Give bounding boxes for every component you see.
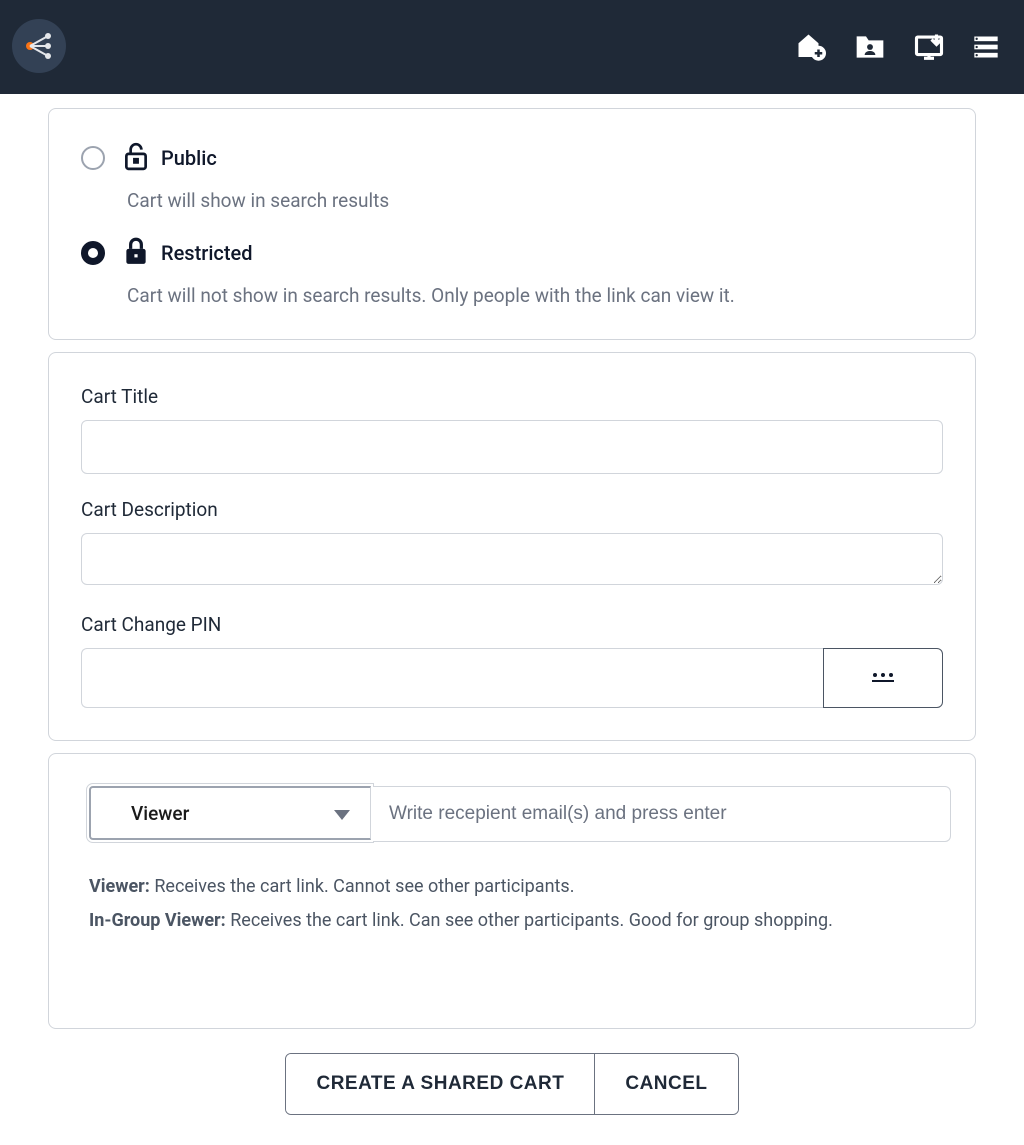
- folder-user-icon[interactable]: [854, 32, 886, 62]
- cart-description-group: Cart Description: [81, 498, 943, 589]
- button-group: CREATE A SHARED CART CANCEL: [285, 1053, 738, 1115]
- cart-title-label: Cart Title: [81, 385, 943, 408]
- public-label: Public: [161, 146, 217, 170]
- cart-title-group: Cart Title: [81, 385, 943, 474]
- ingroup-text: Receives the cart link. Can see other pa…: [226, 910, 833, 931]
- recipient-email-input[interactable]: [373, 786, 951, 842]
- public-option: Public: [123, 141, 217, 175]
- cancel-button[interactable]: CANCEL: [595, 1054, 737, 1114]
- cart-pin-label: Cart Change PIN: [81, 613, 943, 636]
- visibility-public-row[interactable]: Public: [81, 141, 943, 175]
- home-add-icon[interactable]: [796, 32, 826, 62]
- public-description: Cart will show in search results: [127, 189, 943, 212]
- recipient-row: Viewer: [89, 786, 951, 842]
- restricted-option: Restricted: [123, 236, 253, 270]
- cart-description-label: Cart Description: [81, 498, 943, 521]
- visibility-card: Public Cart will show in search results …: [48, 108, 976, 340]
- cart-pin-input[interactable]: [81, 648, 823, 708]
- visibility-restricted-row[interactable]: Restricted: [81, 236, 943, 270]
- share-logo-icon: [21, 28, 57, 64]
- radio-restricted[interactable]: [81, 241, 105, 265]
- role-select-value: Viewer: [131, 802, 189, 825]
- cart-description-input[interactable]: [81, 533, 943, 585]
- role-select[interactable]: Viewer: [89, 786, 371, 840]
- header-icon-group: [796, 32, 1000, 62]
- cart-pin-group: Cart Change PIN: [81, 613, 943, 708]
- cart-title-input[interactable]: [81, 420, 943, 474]
- share-card: Viewer Viewer: Receives the cart link. C…: [48, 753, 976, 1029]
- viewer-text: Receives the cart link. Cannot see other…: [150, 876, 575, 897]
- restricted-description: Cart will not show in search results. On…: [127, 284, 943, 307]
- app-logo[interactable]: [12, 19, 66, 73]
- unlock-icon: [123, 141, 149, 175]
- chevron-down-icon: [334, 802, 350, 825]
- restricted-label: Restricted: [161, 241, 253, 265]
- lock-icon: [123, 236, 149, 270]
- cart-details-card: Cart Title Cart Description Cart Change …: [48, 352, 976, 741]
- app-header: [0, 0, 1024, 94]
- ingroup-role-desc: In-Group Viewer: Receives the cart link.…: [89, 904, 943, 938]
- viewer-name: Viewer:: [89, 876, 150, 897]
- pin-reveal-button[interactable]: [823, 648, 943, 708]
- ingroup-name: In-Group Viewer:: [89, 910, 226, 931]
- password-dots-icon: [871, 669, 895, 688]
- pin-input-row: [81, 648, 943, 708]
- radio-public[interactable]: [81, 146, 105, 170]
- main-content: Public Cart will show in search results …: [0, 94, 1024, 1145]
- download-desktop-icon[interactable]: [914, 32, 944, 62]
- viewer-role-desc: Viewer: Receives the cart link. Cannot s…: [89, 870, 943, 904]
- action-buttons: CREATE A SHARED CART CANCEL: [48, 1053, 976, 1115]
- list-menu-icon[interactable]: [972, 33, 1000, 61]
- role-descriptions: Viewer: Receives the cart link. Cannot s…: [89, 870, 943, 938]
- create-shared-cart-button[interactable]: CREATE A SHARED CART: [286, 1054, 595, 1114]
